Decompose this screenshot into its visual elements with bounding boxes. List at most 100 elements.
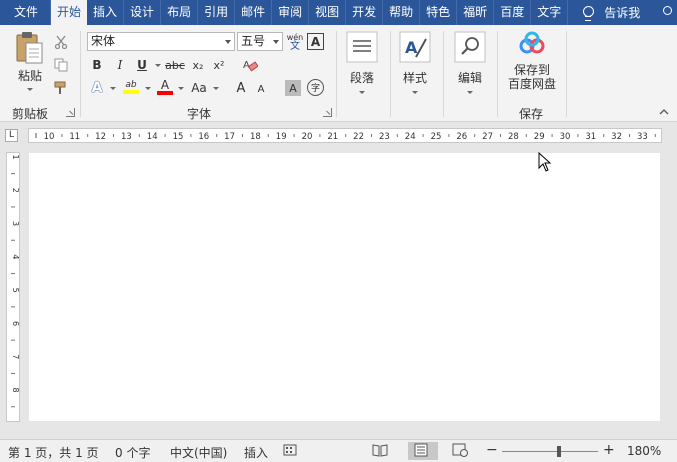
grow-font-button[interactable]: A [233,79,249,97]
tell-me-box[interactable]: 告诉我 [568,0,640,25]
highlight-dropdown-icon[interactable] [145,87,151,90]
phonetic-guide-button[interactable]: wén 文 [286,31,304,53]
ruler-label: 6 [11,321,19,326]
tab-developer[interactable]: 开发 [346,0,384,25]
print-layout-icon [414,443,428,457]
tab-foxit[interactable]: 福昕 [457,0,495,25]
horizontal-ruler[interactable]: 10 11 12 13 14 15 16 17 18 19 20 21 22 23 24 25 26 27 28 29… [28,128,662,143]
font-color-dropdown-icon[interactable] [178,87,184,90]
ribbon-divider [390,31,391,117]
styles-button[interactable]: A 样式 [397,31,433,103]
superscript-button[interactable]: x² [210,56,228,74]
document-page[interactable] [29,153,660,421]
book-icon [372,444,388,457]
tab-references[interactable]: 引用 [198,0,236,25]
ruler-label: 20 [302,132,313,142]
tell-me-label: 告诉我 [604,6,641,20]
zoom-level[interactable]: 180% [627,444,661,458]
print-layout-button[interactable] [408,442,438,460]
text-effects-dropdown-icon[interactable] [110,87,116,90]
underline-button[interactable]: U [134,56,150,74]
tab-design[interactable]: 设计 [124,0,162,25]
tab-file[interactable]: 文件 [0,0,52,25]
cut-button[interactable] [52,33,70,51]
web-layout-button[interactable] [450,442,472,460]
ruler-label: 13 [121,132,132,142]
strikethrough-button[interactable]: abc [164,56,186,74]
svg-text:A: A [243,60,250,71]
text-effects-button[interactable]: A [89,79,105,97]
paste-dropdown-icon[interactable] [27,88,33,91]
tab-help[interactable]: 帮助 [383,0,421,25]
ruler-label: 7 [11,354,19,359]
ruler-label: 8 [11,388,19,393]
ruler-label: 4 [11,254,19,259]
macro-icon [283,444,297,456]
zoom-slider-thumb[interactable] [557,446,561,457]
vertical-ruler[interactable]: 123456789 [6,152,20,426]
font-name-value: 宋体 [91,34,116,48]
ribbon-divider [566,31,567,117]
italic-button[interactable]: I [112,56,128,74]
word-count[interactable]: 0 个字 [115,444,150,461]
lightbulb-icon [582,5,595,21]
save-to-baidu-netdisk-button[interactable]: 保存到 百度网盘 [502,31,562,103]
tab-layout[interactable]: 布局 [161,0,199,25]
ribbon-divider [497,31,498,117]
ruler-label: 18 [250,132,261,142]
zoom-slider[interactable] [502,446,598,457]
ruler-label: 19 [276,132,287,142]
tab-mailings[interactable]: 邮件 [235,0,273,25]
user-icon[interactable] [657,0,677,25]
page-count[interactable]: 第 1 页，共 1 页 [8,444,99,461]
insert-mode-indicator[interactable]: 插入 [244,444,268,461]
font-size-combo[interactable]: 五号 [237,32,283,51]
underline-dropdown-icon[interactable] [155,64,161,67]
font-color-button[interactable]: A [156,78,174,96]
change-case-dropdown-icon[interactable] [213,87,219,90]
copy-icon [54,58,68,72]
tab-text[interactable]: 文字 [531,0,569,25]
font-name-combo[interactable]: 宋体 [87,32,235,51]
tab-home[interactable]: 开始 [51,0,88,25]
bold-button[interactable]: B [89,56,105,74]
chevron-down-icon [225,40,231,44]
paragraph-button[interactable]: 段落 [344,31,380,103]
editing-button[interactable]: 编辑 [452,31,488,103]
tab-featured[interactable]: 特色 [420,0,458,25]
paintbrush-icon [54,81,66,94]
ruler-label: 26 [456,132,467,142]
subscript-button[interactable]: x₂ [189,56,207,74]
styles-icon: A [399,31,431,63]
ribbon-divider [443,31,444,117]
clipboard-dialog-launcher-icon[interactable] [66,108,75,117]
tab-view[interactable]: 视图 [309,0,347,25]
zoom-out-button[interactable]: − [486,442,498,458]
ruler-label: 31 [585,132,596,142]
paragraph-label: 段落 [349,71,374,85]
language-indicator[interactable]: 中文(中国) [170,444,227,461]
clear-formatting-button[interactable]: A [241,56,259,74]
tab-baidu[interactable]: 百度 [494,0,532,25]
macro-record-button[interactable] [283,443,305,461]
format-painter-button[interactable] [52,79,70,97]
character-border-button[interactable]: A [307,33,324,50]
tab-review[interactable]: 审阅 [272,0,310,25]
font-dialog-launcher-icon[interactable] [323,108,332,117]
tab-stop-selector[interactable]: L [5,129,18,142]
highlight-button[interactable]: ab [120,78,142,96]
paste-button[interactable]: 粘贴 [10,31,50,99]
ruler-label: 23 [379,132,390,142]
shrink-font-button[interactable]: A [254,81,268,97]
copy-button[interactable] [52,56,70,74]
zoom-in-button[interactable]: + [603,442,615,458]
change-case-button[interactable]: Aa [187,79,211,97]
tab-insert[interactable]: 插入 [87,0,125,25]
character-shading-button[interactable]: A [285,80,301,96]
baidu-label-line2: 百度网盘 [507,77,556,91]
collapse-ribbon-icon[interactable] [657,105,671,119]
vertical-ruler-marks: 123456789 [11,154,20,426]
enclose-characters-button[interactable]: 字 [307,79,324,96]
editing-dropdown-icon [467,91,473,94]
read-mode-button[interactable] [370,442,392,460]
